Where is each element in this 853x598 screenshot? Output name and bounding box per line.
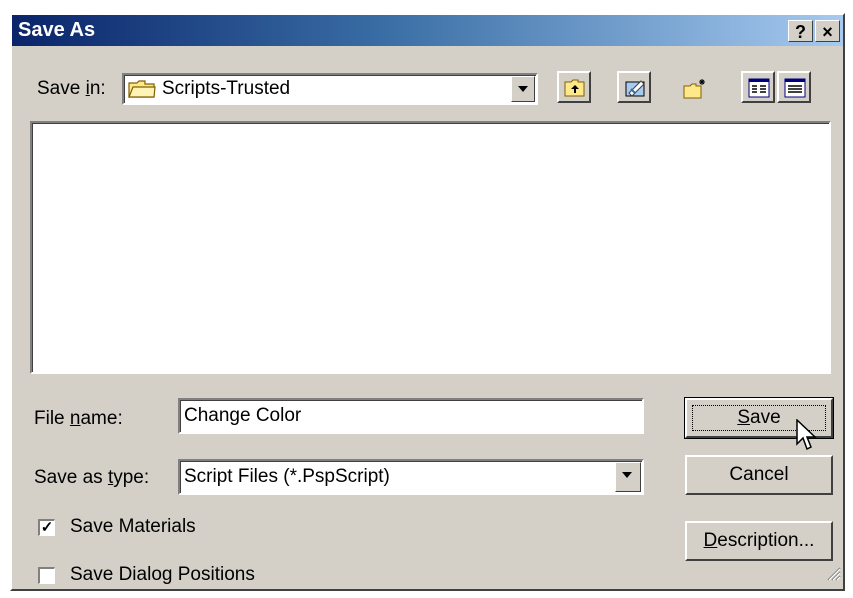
file-list[interactable]	[30, 121, 831, 374]
description-button[interactable]: Description...	[685, 521, 833, 561]
list-view-button[interactable]	[741, 71, 775, 103]
desktop-button[interactable]	[617, 71, 651, 103]
save-as-type-dropdown-arrow[interactable]	[615, 462, 641, 492]
save-dialog-positions-label[interactable]: Save Dialog Positions	[70, 564, 255, 586]
save-in-dropdown[interactable]: Scripts-Trusted	[122, 73, 538, 105]
folder-icon	[128, 79, 156, 105]
save-materials-checkbox[interactable]: ✓	[38, 519, 55, 536]
up-one-level-button[interactable]	[557, 71, 591, 103]
save-as-type-value: Script Files (*.PspScript)	[184, 466, 390, 487]
save-as-dialog: Save As ? × Save in: Scripts-Trusted Fil…	[10, 13, 845, 591]
file-name-input[interactable]: Change Color	[178, 398, 644, 434]
save-in-dropdown-arrow[interactable]	[511, 76, 535, 102]
mouse-cursor-icon	[796, 418, 818, 459]
save-dialog-positions-checkbox[interactable]	[38, 567, 55, 584]
close-button[interactable]: ×	[815, 20, 840, 42]
save-in-label: Save in:	[37, 78, 106, 99]
cancel-button[interactable]: Cancel	[685, 455, 833, 495]
file-name-label: File name:	[34, 408, 123, 429]
save-as-type-dropdown[interactable]: Script Files (*.PspScript)	[178, 459, 644, 495]
title-bar[interactable]: Save As ? ×	[12, 15, 843, 46]
save-materials-label[interactable]: Save Materials	[70, 516, 196, 538]
resize-grip-icon[interactable]	[825, 565, 841, 587]
file-name-value: Change Color	[184, 405, 302, 426]
window-title: Save As	[18, 19, 96, 41]
new-folder-button[interactable]	[676, 71, 710, 103]
details-view-button[interactable]	[777, 71, 811, 103]
help-button[interactable]: ?	[788, 20, 813, 42]
save-in-value: Scripts-Trusted	[162, 78, 291, 99]
save-as-type-label: Save as type:	[34, 467, 150, 488]
